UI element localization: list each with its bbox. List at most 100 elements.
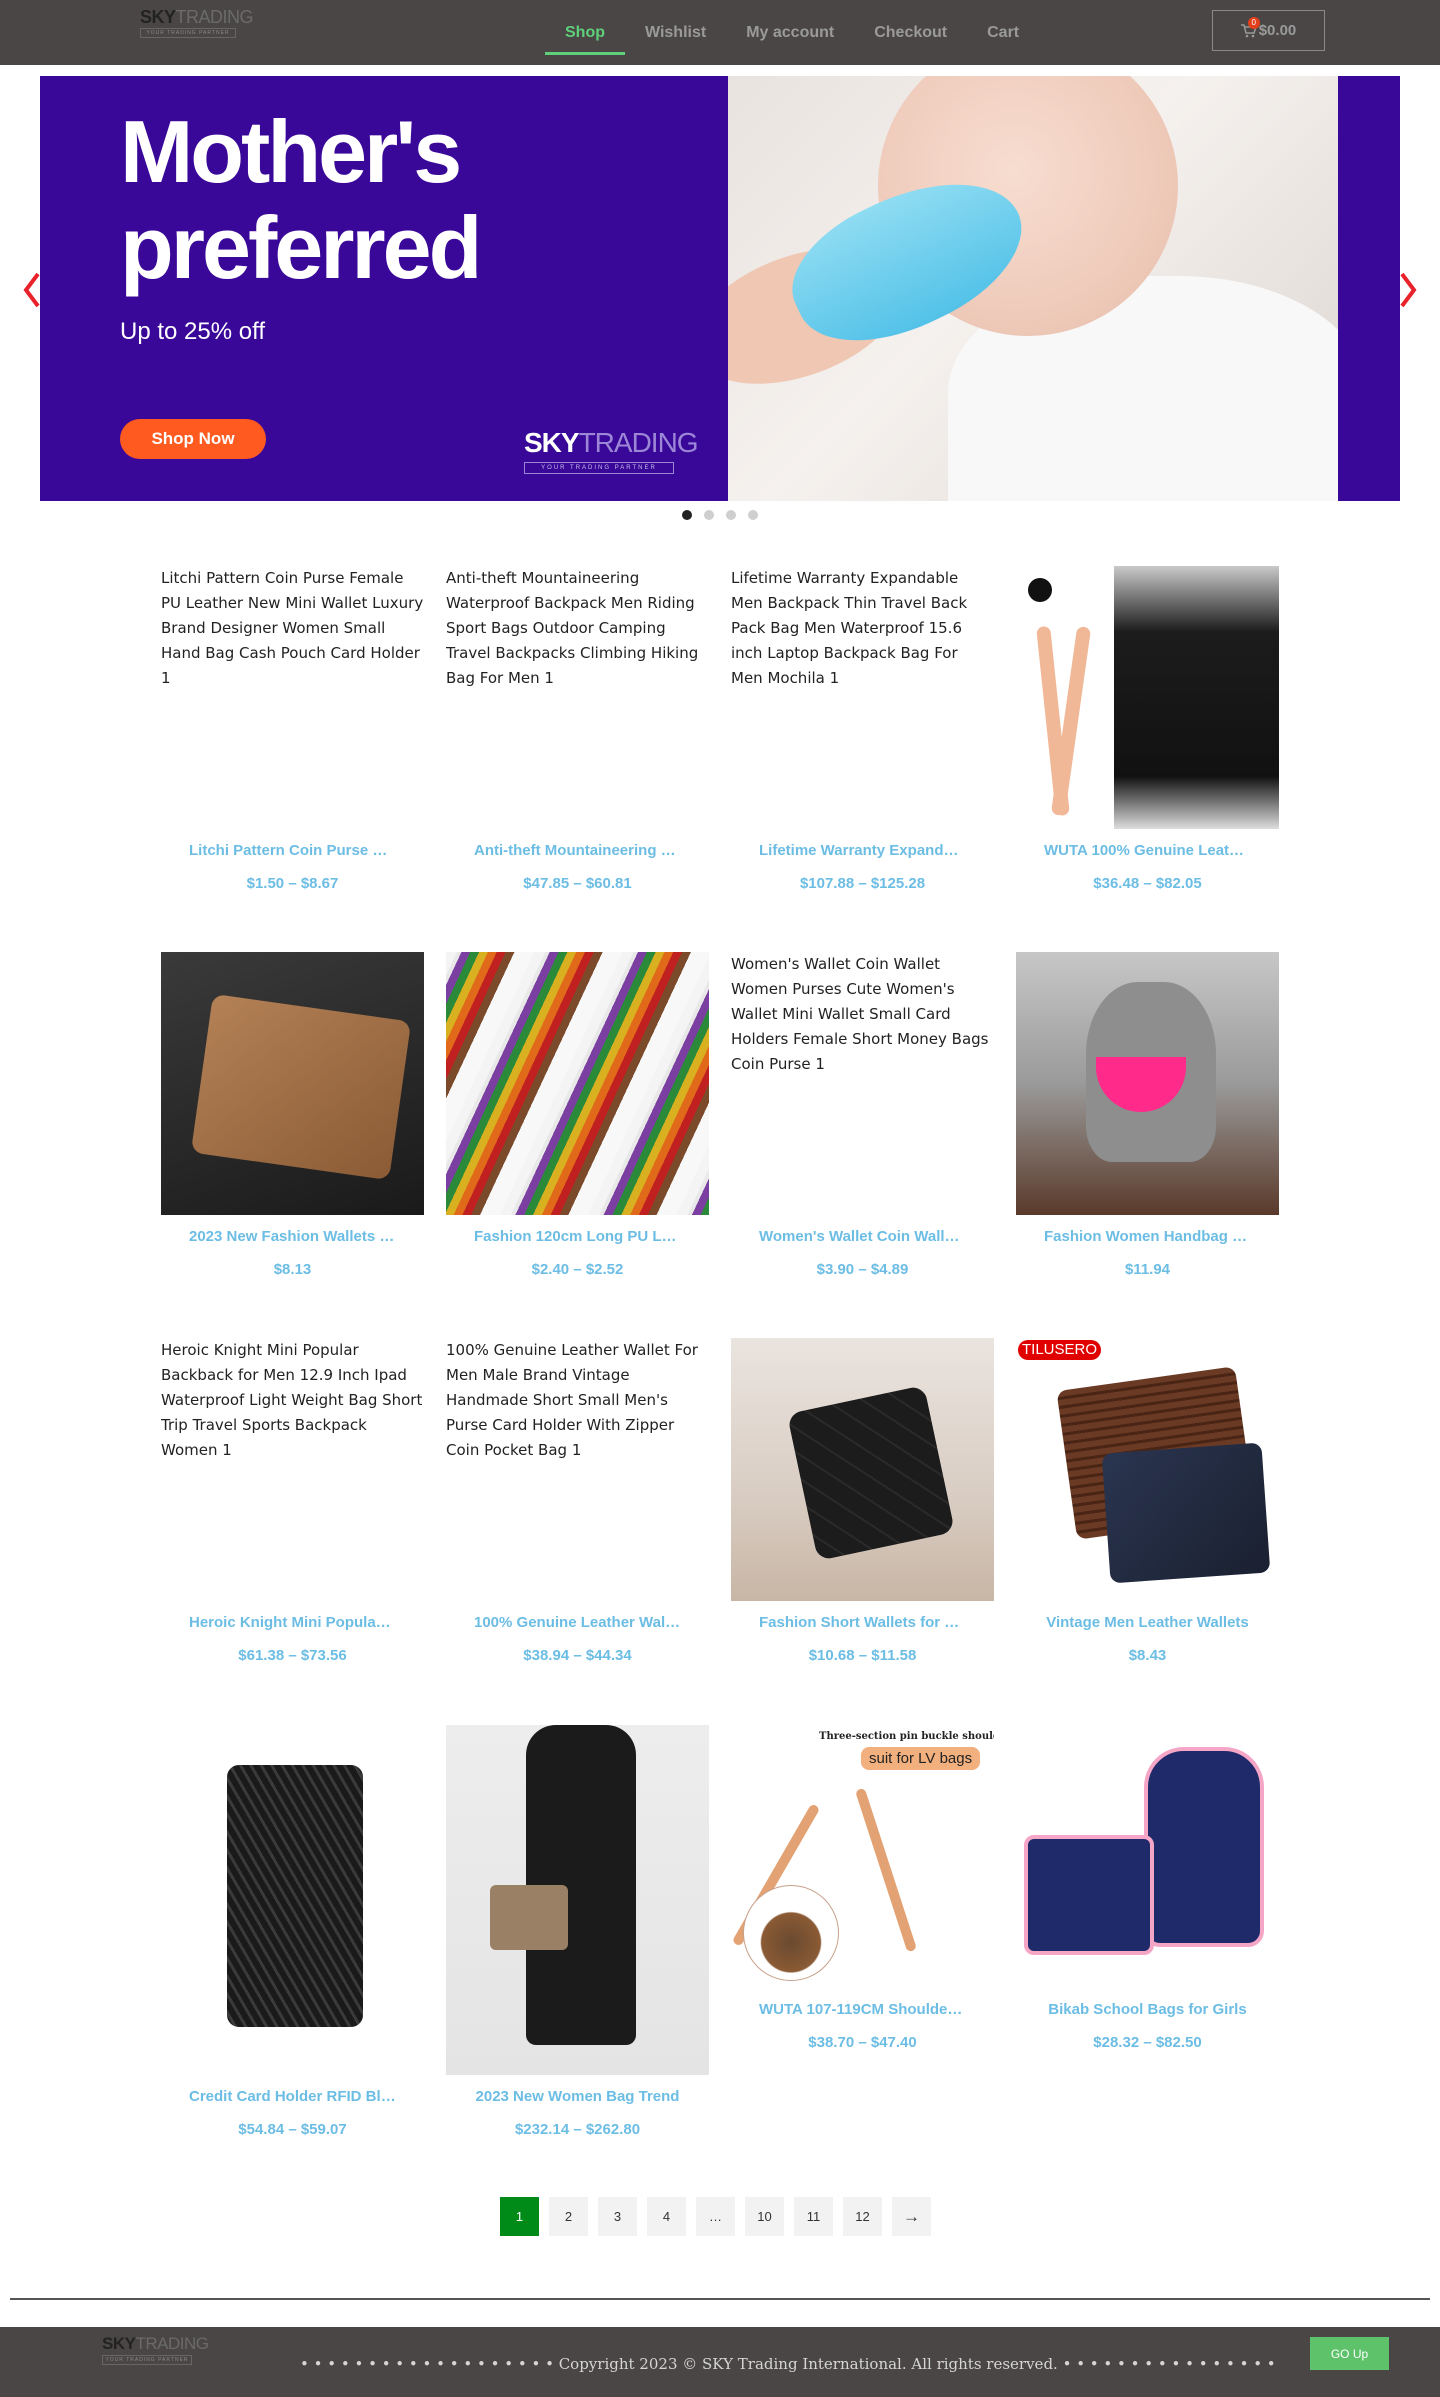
product-title[interactable]: Fashion 120cm Long PU Leather Straps <box>446 1228 709 1245</box>
nav-my-account[interactable]: My account <box>726 0 854 65</box>
slider-next-arrow[interactable] <box>1398 272 1418 308</box>
product-title[interactable]: WUTA 107-119CM Shoulder Strap <box>731 2001 994 2018</box>
next-page-arrow-icon[interactable]: → <box>892 2197 931 2236</box>
nav-cart[interactable]: Cart <box>967 0 1039 65</box>
product-title[interactable]: Bikab School Bags for Girls <box>1016 2001 1279 2018</box>
product-price: $2.40 – $2.52 <box>531 1261 624 1278</box>
product-image[interactable] <box>446 952 709 1215</box>
page-4[interactable]: 4 <box>647 2197 686 2236</box>
backpack-illustration <box>1144 1747 1264 1947</box>
nav-wishlist[interactable]: Wishlist <box>625 0 726 65</box>
product-card[interactable]: Fashion Short Wallets for Women $10.68 –… <box>731 1338 994 1664</box>
product-title[interactable]: Heroic Knight Mini Popular Backback <box>161 1614 424 1631</box>
product-price: $28.32 – $82.50 <box>1093 2034 1202 2051</box>
product-card[interactable]: WUTA 100% Genuine Leather Bag Strap $36.… <box>1016 566 1279 892</box>
product-image-alt: Women's Wallet Coin Wallet Women Purses … <box>731 955 989 1073</box>
product-card[interactable]: Three-section pin buckle shoulder strap … <box>731 1725 994 2051</box>
product-card[interactable]: 2023 New Fashion Wallets for Men $8.13 <box>161 952 424 1278</box>
main-nav: Shop Wishlist My account Checkout Cart <box>545 0 1039 65</box>
product-image[interactable]: Heroic Knight Mini Popular Backback for … <box>161 1338 424 1601</box>
product-title[interactable]: 2023 New Women Bag Trend <box>446 2088 709 2105</box>
product-card[interactable]: Women's Wallet Coin Wallet Women Purses … <box>731 952 994 1278</box>
product-card[interactable]: TILUSERO Vintage Men Leather Wallets $8.… <box>1016 1338 1279 1664</box>
product-image[interactable] <box>446 1725 709 2075</box>
go-up-button[interactable]: GO Up <box>1310 2337 1389 2370</box>
page-2[interactable]: 2 <box>549 2197 588 2236</box>
product-image[interactable] <box>161 952 424 1215</box>
product-image[interactable]: 100% Genuine Leather Wallet For Men Male… <box>446 1338 709 1601</box>
footer-divider <box>10 2298 1430 2300</box>
product-price: $38.94 – $44.34 <box>523 1647 632 1664</box>
product-card[interactable]: Fashion Women Handbag Solid Color $11.94 <box>1016 952 1279 1278</box>
product-card[interactable]: Bikab School Bags for Girls $28.32 – $82… <box>1016 1725 1279 2051</box>
product-image[interactable] <box>1016 566 1279 829</box>
footer-logo[interactable]: SKYTRADING YOUR TRADING PARTNER <box>102 2334 209 2365</box>
banner-brand-tagline: YOUR TRADING PARTNER <box>524 462 674 474</box>
product-card[interactable]: Fashion 120cm Long PU Leather Straps $2.… <box>446 952 709 1278</box>
slider-dot-3[interactable] <box>726 510 736 520</box>
page-11[interactable]: 11 <box>794 2197 833 2236</box>
banner-baby-photo <box>728 76 1338 501</box>
product-image-alt: Lifetime Warranty Expandable Men Backpac… <box>731 569 968 687</box>
page-10[interactable]: 10 <box>745 2197 784 2236</box>
product-title[interactable]: 100% Genuine Leather Wallet For Men <box>446 1614 709 1631</box>
product-image[interactable] <box>1016 1725 1279 1988</box>
page-12[interactable]: 12 <box>843 2197 882 2236</box>
product-title[interactable]: Fashion Short Wallets for Women <box>731 1614 994 1631</box>
product-title[interactable]: 2023 New Fashion Wallets for Men <box>161 1228 424 1245</box>
product-title[interactable]: Vintage Men Leather Wallets <box>1016 1614 1279 1631</box>
product-price: $61.38 – $73.56 <box>238 1647 347 1664</box>
product-card[interactable]: Credit Card Holder RFID Blocking $54.84 … <box>161 1725 424 2138</box>
footer-logo-tagline: YOUR TRADING PARTNER <box>102 2355 192 2365</box>
cart-icon: 0 <box>1240 16 1260 38</box>
wuta-logo-icon <box>1028 578 1052 602</box>
logo-brand-light: TRADING <box>175 7 254 27</box>
product-title[interactable]: Lifetime Warranty Expandable Men Backpac… <box>731 842 994 859</box>
product-image[interactable]: Litchi Pattern Coin Purse Female PU Leat… <box>161 566 424 829</box>
slider-dot-1[interactable] <box>682 510 692 520</box>
product-title[interactable]: Fashion Women Handbag Solid Color <box>1016 1228 1279 1245</box>
page-1[interactable]: 1 <box>500 2197 539 2236</box>
hero-slider[interactable]: Mother's preferred Up to 25% off Shop No… <box>40 76 1400 501</box>
product-title[interactable]: Women's Wallet Coin Wallet Women Purses <box>731 1228 994 1245</box>
product-card[interactable]: Litchi Pattern Coin Purse Female PU Leat… <box>161 566 424 892</box>
slider-dot-4[interactable] <box>748 510 758 520</box>
copyright-text: • • • • • • • • • • • • • • • • • • • Co… <box>300 2355 1280 2373</box>
product-card[interactable]: Anti-theft Mountaineering Waterproof Bac… <box>446 566 709 892</box>
nav-shop[interactable]: Shop <box>545 0 625 65</box>
slider-dots <box>682 510 758 520</box>
page-ellipsis: … <box>696 2197 735 2236</box>
product-card[interactable]: Lifetime Warranty Expandable Men Backpac… <box>731 566 994 892</box>
product-title[interactable]: Anti-theft Mountaineering Waterproof Bac… <box>446 842 709 859</box>
cart-total: $0.00 <box>1258 22 1297 39</box>
shop-now-button[interactable]: Shop Now <box>120 419 266 459</box>
footer-logo-bold: SKY <box>102 2334 136 2353</box>
product-image[interactable]: Anti-theft Mountaineering Waterproof Bac… <box>446 566 709 829</box>
product-image[interactable]: Women's Wallet Coin Wallet Women Purses … <box>731 952 994 1215</box>
product-card[interactable]: Heroic Knight Mini Popular Backback for … <box>161 1338 424 1664</box>
product-price: $1.50 – $8.67 <box>246 875 339 892</box>
page-3[interactable]: 3 <box>598 2197 637 2236</box>
brand-badge: TILUSERO <box>1018 1340 1102 1360</box>
product-image[interactable] <box>731 1338 994 1601</box>
product-title[interactable]: Litchi Pattern Coin Purse Female PU Leat… <box>161 842 424 859</box>
site-logo[interactable]: SKYTRADING YOUR TRADING PARTNER <box>140 8 254 44</box>
product-image[interactable]: Three-section pin buckle shoulder strap … <box>731 1725 994 1988</box>
product-image[interactable] <box>161 1725 424 2075</box>
product-price: $232.14 – $262.80 <box>514 2121 641 2138</box>
product-card[interactable]: 100% Genuine Leather Wallet For Men Male… <box>446 1338 709 1664</box>
banner-subtitle: Up to 25% off <box>120 318 265 345</box>
slider-prev-arrow[interactable] <box>22 272 42 308</box>
nav-checkout[interactable]: Checkout <box>854 0 967 65</box>
product-image[interactable]: Lifetime Warranty Expandable Men Backpac… <box>731 566 994 829</box>
product-image[interactable]: TILUSERO <box>1016 1338 1279 1601</box>
product-image[interactable] <box>1016 952 1279 1215</box>
product-title[interactable]: Credit Card Holder RFID Blocking <box>161 2088 424 2105</box>
slider-dot-2[interactable] <box>704 510 714 520</box>
product-image-alt: Heroic Knight Mini Popular Backback for … <box>161 1341 423 1459</box>
lv-bag-thumbnail <box>743 1885 839 1981</box>
black-quilted-wallet-illustration <box>786 1385 956 1561</box>
product-card[interactable]: 2023 New Women Bag Trend $232.14 – $262.… <box>446 1725 709 2138</box>
product-title[interactable]: WUTA 100% Genuine Leather Bag Strap <box>1016 842 1279 859</box>
cart-button[interactable]: 0 $0.00 <box>1212 10 1325 51</box>
